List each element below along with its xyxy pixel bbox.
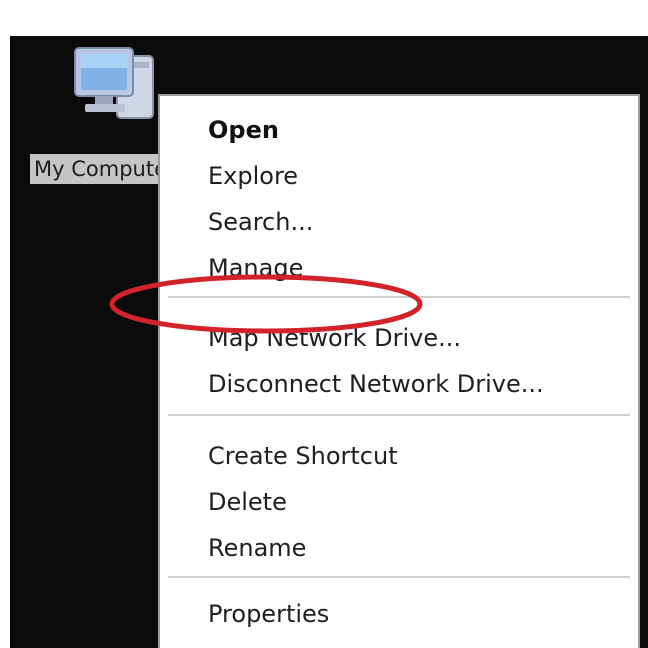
context-menu: Open Explore Search... Manage Map Networ… — [158, 94, 640, 648]
menu-separator — [168, 576, 630, 578]
my-computer-desktop-icon[interactable]: My Computer — [20, 44, 170, 184]
menu-item-explore[interactable]: Explore — [208, 158, 298, 194]
menu-item-rename[interactable]: Rename — [208, 530, 306, 566]
menu-separator — [168, 296, 630, 298]
desktop-icon-label[interactable]: My Computer — [30, 154, 170, 184]
menu-item-properties[interactable]: Properties — [208, 596, 329, 632]
menu-item-disconnect-network-drive[interactable]: Disconnect Network Drive... — [208, 366, 544, 402]
menu-separator — [168, 414, 630, 416]
menu-item-create-shortcut[interactable]: Create Shortcut — [208, 438, 398, 474]
computer-icon — [74, 47, 154, 119]
menu-item-map-network-drive[interactable]: Map Network Drive... — [208, 320, 461, 356]
menu-item-open[interactable]: Open — [208, 112, 279, 148]
menu-item-delete[interactable]: Delete — [208, 484, 287, 520]
desktop: My Computer Open Explore Search... Manag… — [10, 36, 648, 648]
menu-item-manage[interactable]: Manage — [208, 250, 303, 286]
menu-item-search[interactable]: Search... — [208, 204, 313, 240]
